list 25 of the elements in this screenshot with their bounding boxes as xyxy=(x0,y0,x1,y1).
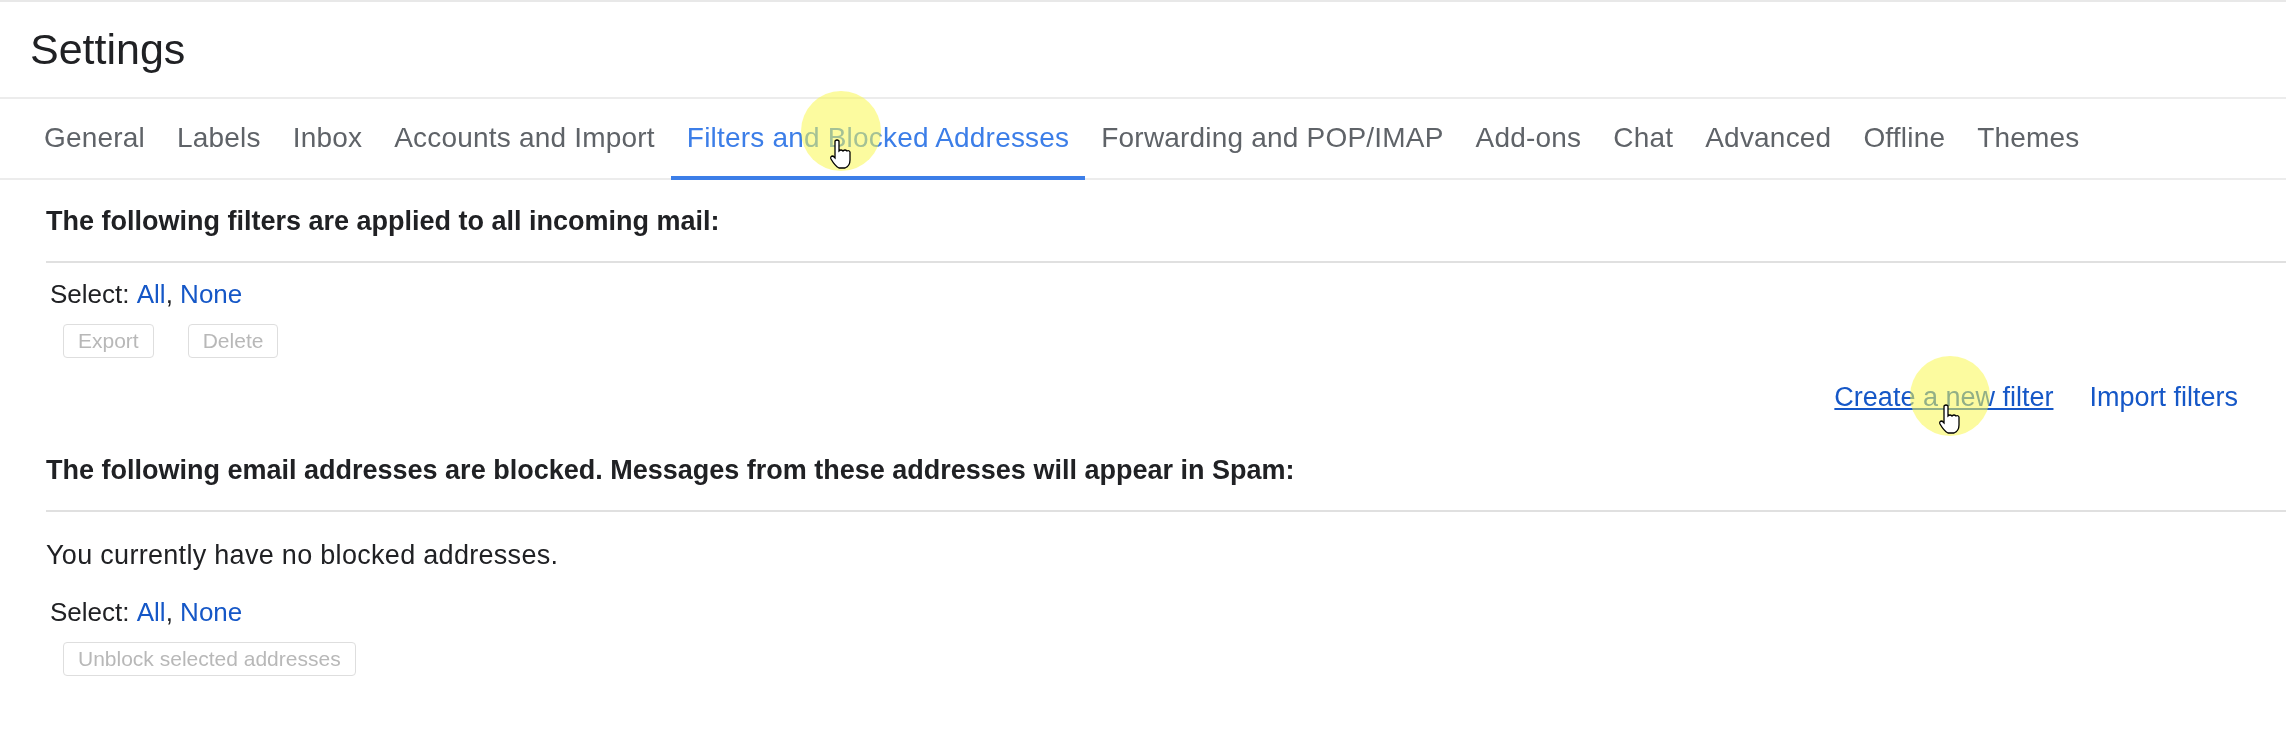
filter-link[interactable]: Import filters xyxy=(2089,382,2238,413)
select-link[interactable]: All xyxy=(136,597,166,628)
select-label: Select: xyxy=(50,597,130,628)
settings-tab[interactable]: Labels xyxy=(161,99,277,180)
select-link[interactable]: All xyxy=(136,279,166,310)
filter-link[interactable]: Create a new filter xyxy=(1834,382,2054,413)
select-label: Select: xyxy=(50,279,130,310)
settings-tab[interactable]: General xyxy=(28,99,161,180)
settings-tab[interactable]: Add-ons xyxy=(1459,99,1598,180)
settings-tab[interactable]: Chat xyxy=(1597,99,1690,180)
select-link[interactable]: None xyxy=(180,279,243,310)
select-link[interactable]: None xyxy=(180,597,243,628)
settings-tab[interactable]: Forwarding and POP/IMAP xyxy=(1085,99,1460,180)
settings-tab[interactable]: Inbox xyxy=(276,99,379,180)
section-heading: The following email addresses are blocked. Messages from these addresses will appear in Spam: xyxy=(46,413,2286,512)
page-title: Settings xyxy=(30,25,186,74)
settings-tab[interactable]: Advanced xyxy=(1689,99,1848,180)
section-heading: The following filters are applied to all incoming mail: xyxy=(46,180,2286,263)
settings-tab[interactable]: Themes xyxy=(1961,99,2096,180)
settings-tab[interactable]: Offline xyxy=(1847,99,1962,180)
separator: , xyxy=(165,597,174,628)
settings-tab[interactable]: Accounts and Import xyxy=(378,99,671,180)
empty-message: You currently have no blocked addresses. xyxy=(46,539,560,572)
hand-cursor-icon xyxy=(1938,404,1961,434)
separator: , xyxy=(165,279,174,310)
